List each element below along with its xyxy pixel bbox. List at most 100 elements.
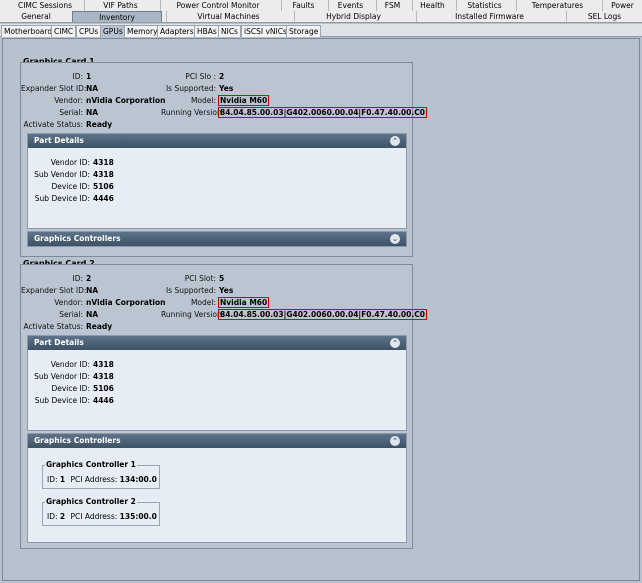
subtab-adapters[interactable]: Adapters [157, 25, 197, 37]
value: NA [86, 286, 99, 295]
tab-events[interactable]: Events [328, 0, 372, 11]
card1-model-row: Model: Nvidia M60 [161, 95, 270, 106]
id-value: 1 [59, 475, 66, 484]
controller-info: ID: 2 PCI Address: 135:00.0 [47, 512, 157, 521]
card1-pci-row: PCI Slo :2 [161, 72, 224, 81]
card2-vendor-row: Vendor: nVidia Corporation [21, 298, 165, 307]
section-title: Graphics Controllers [34, 234, 121, 243]
tab-vif-paths[interactable]: VIF Paths [84, 0, 156, 11]
sub-vendor-id-row: Sub Vendor ID: 4318 [28, 170, 114, 179]
card1-running-row: Running Version:84.04.85.00.03|G402.0060… [161, 107, 427, 118]
card2-serial-row: Serial: NA [21, 310, 98, 319]
top-tab-row-2: General Inventory Virtual Machines Hybri… [0, 11, 642, 23]
label: Sub Vendor ID: [34, 372, 90, 381]
tab-power[interactable]: Power [602, 0, 642, 11]
value: nVidia Corporation [86, 298, 166, 307]
subtab-hbas[interactable]: HBAs [194, 25, 220, 37]
id-label: ID: [47, 475, 58, 484]
label: Expander Slot ID: [21, 84, 87, 93]
subtab-cpus[interactable]: CPUs [76, 25, 102, 37]
card2-running-row: Running Version:84.04.85.00.03|G402.0060… [161, 309, 427, 320]
sub-device-id-row: Sub Device ID: 4446 [28, 194, 114, 203]
label: Is Supported: [165, 84, 216, 93]
value: 4446 [93, 194, 114, 203]
tab-power-control-monitor[interactable]: Power Control Monitor [160, 0, 275, 11]
card2-id-row: ID: 2 [21, 274, 91, 283]
value: NA [86, 84, 99, 93]
running-version-highlight: 84.04.85.00.03|G402.0060.00.04|F0.47.40.… [218, 107, 427, 118]
tab-hybrid-display[interactable]: Hybrid Display [294, 11, 412, 22]
value: Yes [219, 286, 234, 295]
sub-vendor-id-row: Sub Vendor ID: 4318 [28, 372, 114, 381]
label: Vendor: [54, 96, 83, 105]
tab-general[interactable]: General [10, 11, 62, 22]
tab-fsm[interactable]: FSM [376, 0, 408, 11]
value: Ready [86, 322, 113, 331]
subtab-nics[interactable]: NICs [218, 25, 241, 37]
model-highlight: Nvidia M60 [217, 297, 270, 308]
tab-installed-firmware[interactable]: Installed Firmware [416, 11, 562, 22]
value: 2 [219, 72, 225, 81]
part-details-header[interactable]: Part Details ⌃ [28, 134, 406, 148]
subtab-gpus[interactable]: GPUs [100, 25, 126, 38]
section-title: Graphics Controllers [34, 436, 121, 445]
controller-info: ID: 1 PCI Address: 134:00.0 [47, 475, 157, 484]
tab-virtual-machines[interactable]: Virtual Machines [166, 11, 290, 22]
device-id-row: Device ID: 5106 [28, 182, 114, 191]
card1-vendor-row: Vendor: nVidia Corporation [21, 96, 165, 105]
graphics-card-1: ID: 1 Expander Slot ID:NA Vendor: nVidia C… [20, 62, 427, 257]
tab-temperatures[interactable]: Temperatures [516, 0, 598, 11]
value: 2 [86, 274, 92, 283]
label: Is Supported: [165, 286, 216, 295]
inventory-subtabs: Motherboard CIMC CPUs GPUs Memory Adapte… [0, 24, 642, 38]
chevron-up-icon[interactable]: ⌃ [390, 436, 400, 446]
vendor-id-row: Vendor ID: 4318 [28, 360, 114, 369]
card1-serial-row: Serial: NA [21, 108, 98, 117]
chevron-up-icon[interactable]: ⌃ [390, 136, 400, 146]
card1-id-row: ID: 1 [21, 72, 91, 81]
subtab-storage[interactable]: Storage [286, 25, 322, 37]
top-tab-row-1: CIMC Sessions VIF Paths Power Control Mo… [0, 0, 642, 11]
part-details-header[interactable]: Part Details ⌃ [28, 336, 406, 350]
label: Serial: [59, 108, 83, 117]
label: Model: [190, 96, 216, 105]
tab-sel-logs[interactable]: SEL Logs [566, 11, 642, 22]
card1-part-details: Part Details ⌃ Vendor ID: 4318 Sub Vendor … [27, 133, 407, 229]
value: 5 [219, 274, 225, 283]
card2-pci-row: PCI Slot: 5 [161, 274, 224, 283]
card2-model-row: Model: Nvidia M60 [161, 297, 270, 308]
value: 4318 [93, 360, 114, 369]
section-title: Part Details [34, 338, 84, 347]
value: 5106 [93, 182, 114, 191]
tab-statistics[interactable]: Statistics [456, 0, 512, 11]
label: Sub Vendor ID: [34, 170, 90, 179]
graphics-controller-1: Graphics Controller 1 ID: 1 PCI Address:… [42, 460, 160, 489]
chevron-up-icon[interactable]: ⌃ [390, 338, 400, 348]
vendor-id-row: Vendor ID: 4318 [28, 158, 114, 167]
tab-health[interactable]: Health [412, 0, 452, 11]
label: PCI Slot: [184, 274, 216, 283]
tab-inventory[interactable]: Inventory [72, 11, 162, 22]
graphics-controllers-header[interactable]: Graphics Controllers ⌄ [28, 232, 406, 246]
subtab-cimc[interactable]: CIMC [51, 25, 77, 37]
graphics-controllers-header[interactable]: Graphics Controllers ⌃ [28, 434, 406, 448]
tab-faults[interactable]: Faults [281, 0, 325, 11]
gpu-inventory-panel: Graphics Card 1 ID:1 Expander Slot ID:NA… [2, 38, 640, 581]
label: Running Version: [161, 310, 225, 319]
subtab-motherboard[interactable]: Motherboard [1, 25, 56, 37]
chevron-down-icon[interactable]: ⌄ [390, 234, 400, 244]
label: ID: [72, 72, 83, 81]
tab-cimc-sessions[interactable]: CIMC Sessions [10, 0, 80, 11]
card2-expander-row: Expander Slot ID:NA [21, 286, 98, 295]
value: nVidia Corporation [86, 96, 166, 105]
subtab-memory[interactable]: Memory [124, 25, 161, 37]
sub-device-id-row: Sub Device ID: 4446 [28, 396, 114, 405]
value: 5106 [93, 384, 114, 393]
card1-graphics-controllers: Graphics Controllers ⌄ [27, 231, 407, 247]
id-value: 2 [59, 512, 66, 521]
device-id-row: Device ID: 5106 [28, 384, 114, 393]
card1-expander-row: Expander Slot ID:NA [21, 84, 98, 93]
subtab-iscsi-vnics[interactable]: iSCSI vNICs [241, 25, 290, 37]
graphics-card-2: ID: 2 Expander Slot ID:NA Vendor: nVidia C… [20, 264, 427, 549]
card1-supported-row: Is Supported: Yes [161, 84, 233, 93]
